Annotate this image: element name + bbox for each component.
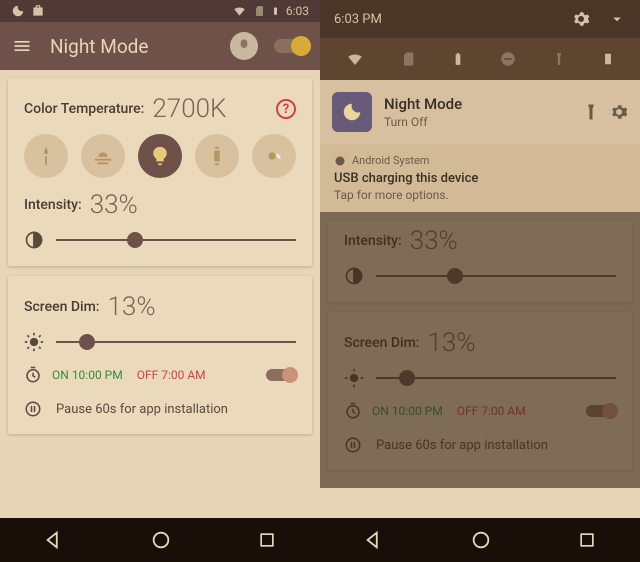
notif-settings-icon[interactable] xyxy=(610,103,628,121)
ct-label: Color Temperature: xyxy=(24,101,144,117)
recent-button[interactable] xyxy=(577,530,597,550)
notif-torch-icon[interactable] xyxy=(582,103,600,121)
briefcase-icon xyxy=(31,4,45,18)
preset-tube-icon[interactable] xyxy=(195,134,239,178)
nav-bar-right xyxy=(320,518,640,562)
dim-slider[interactable] xyxy=(56,341,296,343)
moon-icon xyxy=(11,4,25,18)
phone-left: 6:03 Night Mode Color Temperature: 2700K… xyxy=(0,0,320,562)
clock-text: 6:03 xyxy=(286,4,309,18)
master-toggle[interactable] xyxy=(274,39,308,53)
back-button[interactable] xyxy=(363,529,385,551)
notif-title: Night Mode xyxy=(384,95,572,113)
qs-battery-icon[interactable] xyxy=(451,50,465,68)
pause-icon xyxy=(24,400,42,418)
timer-icon xyxy=(24,366,42,384)
content: Color Temperature: 2700K ? Intensity: 33… xyxy=(0,70,320,452)
intensity-slider[interactable] xyxy=(56,239,296,241)
preset-sunset-icon[interactable] xyxy=(81,134,125,178)
dim-card: Screen Dim: 13% ON 10:00 PM OFF 7:00 AM … xyxy=(8,276,312,434)
nav-bar xyxy=(0,518,320,562)
nightmode-notification[interactable]: Night Mode Turn Off xyxy=(320,80,640,144)
qs-torch-icon[interactable] xyxy=(552,50,566,68)
intensity-label: Intensity: xyxy=(24,197,82,213)
notif-moon-icon xyxy=(332,92,372,132)
qs-sim-icon[interactable] xyxy=(400,50,416,68)
ct-value: 2700K xyxy=(152,94,226,124)
shade-header: 6:03 PM xyxy=(320,0,640,38)
sys-title: USB charging this device xyxy=(334,171,626,186)
home-button[interactable] xyxy=(150,529,172,551)
settings-icon[interactable] xyxy=(572,10,590,28)
notif-sub: Turn Off xyxy=(384,115,572,129)
avatar-icon[interactable] xyxy=(230,32,258,60)
dim-slider-row xyxy=(24,332,296,352)
battery-icon xyxy=(271,4,280,18)
sys-source: Android System xyxy=(352,154,429,167)
qs-dnd-icon[interactable] xyxy=(499,50,517,68)
app-title: Night Mode xyxy=(50,35,230,58)
intensity-slider-row xyxy=(24,230,296,250)
qs-wifi-icon[interactable] xyxy=(345,50,365,68)
phone-right: 6:03 PM Night Mode Turn Off Android Syst… xyxy=(320,0,640,562)
back-button[interactable] xyxy=(43,529,65,551)
preset-candle-icon[interactable] xyxy=(24,134,68,178)
expand-icon[interactable] xyxy=(608,10,626,28)
on-label: ON 10:00 PM xyxy=(52,368,123,382)
off-label: OFF 7:00 AM xyxy=(137,368,206,382)
shade-time: 6:03 PM xyxy=(334,12,382,27)
app-bar: Night Mode xyxy=(0,22,320,70)
recent-button[interactable] xyxy=(257,530,277,550)
dim-value: 13% xyxy=(107,292,155,322)
dimmed-background: Intensity: 33% Screen Dim: 13% xyxy=(320,212,640,488)
menu-icon[interactable] xyxy=(12,36,32,56)
qs-rotate-icon[interactable] xyxy=(601,50,615,68)
temperature-card: Color Temperature: 2700K ? Intensity: 33… xyxy=(8,78,312,266)
status-bar: 6:03 xyxy=(0,0,320,22)
dim-label: Screen Dim: xyxy=(24,299,99,315)
pause-row[interactable]: Pause 60s for app installation xyxy=(24,400,296,418)
help-icon[interactable]: ? xyxy=(276,99,296,119)
contrast-icon xyxy=(24,230,44,250)
wifi-icon xyxy=(232,4,247,18)
sim-icon xyxy=(253,4,265,18)
schedule-toggle[interactable] xyxy=(266,369,296,381)
preset-row xyxy=(24,134,296,178)
pause-label: Pause 60s for app installation xyxy=(56,402,228,417)
system-notification[interactable]: Android System USB charging this device … xyxy=(320,144,640,212)
quick-settings xyxy=(320,38,640,80)
brightness-icon xyxy=(24,332,44,352)
intensity-value: 33% xyxy=(90,190,138,220)
schedule-row[interactable]: ON 10:00 PM OFF 7:00 AM xyxy=(24,366,296,384)
preset-sun-icon[interactable] xyxy=(252,134,296,178)
sys-sub: Tap for more options. xyxy=(334,188,626,202)
home-button[interactable] xyxy=(470,529,492,551)
preset-bulb-icon[interactable] xyxy=(138,134,182,178)
